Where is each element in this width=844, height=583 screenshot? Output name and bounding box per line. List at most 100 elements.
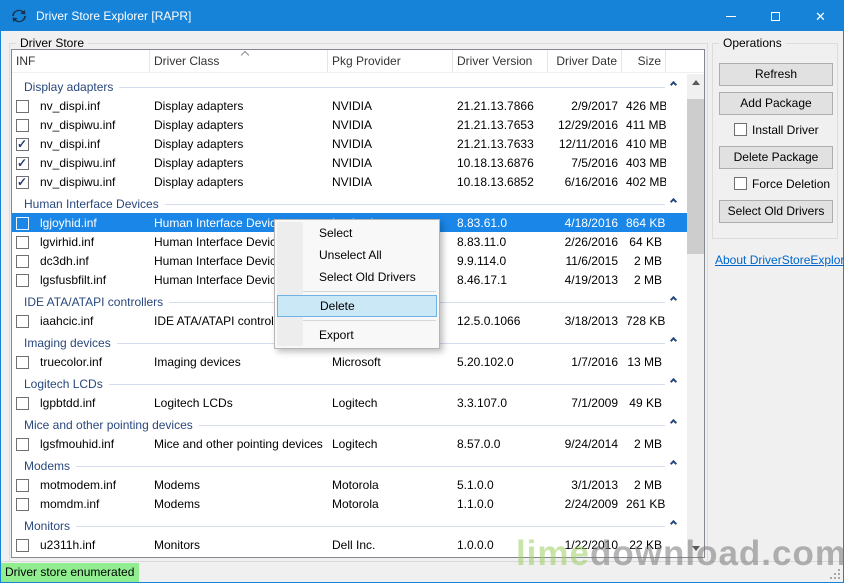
close-icon: ✕	[815, 10, 826, 23]
cell-siz: 13 MB	[622, 355, 666, 369]
row-checkbox[interactable]	[16, 236, 29, 249]
group-header: Monitors	[12, 513, 687, 535]
cell-dat: 9/24/2014	[548, 437, 622, 451]
group-collapse-icon[interactable]	[671, 199, 679, 207]
cell-siz: 411 MB	[622, 118, 666, 132]
maximize-button[interactable]	[753, 1, 798, 31]
cell-dat: 11/6/2015	[548, 254, 622, 268]
cell-siz: 410 MB	[622, 137, 666, 151]
table-row[interactable]: nv_dispiwu.infDisplay adaptersNVIDIA10.1…	[12, 172, 687, 191]
table-row[interactable]: nv_dispi.infDisplay adaptersNVIDIA21.21.…	[12, 96, 687, 115]
menu-item-select-old-drivers[interactable]: Select Old Drivers	[277, 266, 437, 288]
client-area: Driver Store INFDriver ClassPkg Provider…	[1, 31, 843, 561]
group-collapse-icon[interactable]	[671, 461, 679, 469]
group-collapse-icon[interactable]	[671, 420, 679, 428]
checkbox-cell	[12, 136, 36, 150]
checkbox-cell	[12, 215, 36, 229]
driver-store-label: Driver Store	[16, 36, 88, 50]
select-old-drivers-button[interactable]: Select Old Drivers	[719, 200, 833, 223]
row-checkbox[interactable]	[16, 255, 29, 268]
cell-siz: 864 KB	[622, 216, 666, 230]
refresh-button[interactable]: Refresh	[719, 63, 833, 86]
vertical-scrollbar[interactable]	[687, 74, 704, 557]
force-deletion-checkbox[interactable]: Force Deletion	[734, 176, 830, 191]
row-checkbox[interactable]	[16, 498, 29, 511]
table-row[interactable]: nv_dispiwu.infDisplay adaptersNVIDIA10.1…	[12, 153, 687, 172]
cell-siz: 426 MB	[622, 99, 666, 113]
table-row[interactable]: truecolor.infImaging devicesMicrosoft5.2…	[12, 352, 687, 371]
row-checkbox[interactable]	[16, 138, 29, 151]
group-title: Modems	[24, 459, 70, 473]
install-driver-checkbox[interactable]: Install Driver	[734, 122, 819, 137]
column-header-driver-date[interactable]: Driver Date	[548, 50, 622, 72]
cell-cls: Monitors	[150, 538, 328, 552]
row-checkbox[interactable]	[16, 479, 29, 492]
cell-siz: 2 MB	[622, 478, 666, 492]
table-row[interactable]: motmodem.infModemsMotorola5.1.0.03/1/201…	[12, 475, 687, 494]
cell-inf: nv_dispi.inf	[36, 137, 150, 151]
cell-dat: 1/22/2010	[548, 538, 622, 552]
checkbox-cell	[12, 272, 36, 286]
group-collapse-icon[interactable]	[671, 379, 679, 387]
row-checkbox[interactable]	[16, 438, 29, 451]
table-row[interactable]: lgpbtdd.infLogitech LCDsLogitech3.3.107.…	[12, 393, 687, 412]
table-row[interactable]: lgsfmouhid.infMice and other pointing de…	[12, 434, 687, 453]
row-checkbox[interactable]	[16, 274, 29, 287]
row-checkbox[interactable]	[16, 100, 29, 113]
row-checkbox[interactable]	[16, 157, 29, 170]
group-collapse-icon[interactable]	[671, 521, 679, 529]
table-row[interactable]: nv_dispiwu.infDisplay adaptersNVIDIA21.2…	[12, 115, 687, 134]
cell-siz: 2 MB	[622, 273, 666, 287]
force-deletion-label: Force Deletion	[752, 177, 830, 191]
cell-cls: Modems	[150, 478, 328, 492]
table-row[interactable]: u2311h.infMonitorsDell Inc.1.0.0.01/22/2…	[12, 535, 687, 554]
table-row[interactable]: nv_dispi.infDisplay adaptersNVIDIA21.21.…	[12, 134, 687, 153]
column-header-size[interactable]: Size	[622, 50, 666, 72]
cell-cls: Display adapters	[150, 137, 328, 151]
group-collapse-icon[interactable]	[671, 82, 679, 90]
row-checkbox[interactable]	[16, 217, 29, 230]
group-collapse-icon[interactable]	[671, 297, 679, 305]
row-checkbox[interactable]	[16, 539, 29, 552]
cell-ver: 1.1.0.0	[453, 497, 548, 511]
row-checkbox[interactable]	[16, 315, 29, 328]
cell-dat: 2/26/2016	[548, 235, 622, 249]
minimize-button[interactable]	[708, 1, 753, 31]
column-header-inf[interactable]: INF	[12, 50, 150, 72]
group-collapse-icon[interactable]	[671, 338, 679, 346]
scroll-down-button[interactable]	[687, 540, 704, 557]
row-checkbox[interactable]	[16, 397, 29, 410]
checkbox-cell	[12, 98, 36, 112]
scrollbar-thumb[interactable]	[687, 99, 704, 254]
checkbox-cell	[12, 354, 36, 368]
about-link[interactable]: About DriverStoreExplorer	[715, 253, 844, 267]
column-header-driver-class[interactable]: Driver Class	[150, 50, 328, 72]
group-divider	[109, 384, 665, 385]
menu-item-delete[interactable]: Delete	[277, 295, 437, 317]
column-header-pkg-provider[interactable]: Pkg Provider	[328, 50, 453, 72]
add-package-button[interactable]: Add Package	[719, 92, 833, 115]
menu-item-export[interactable]: Export	[277, 324, 437, 346]
cell-inf: truecolor.inf	[36, 355, 150, 369]
menu-item-unselect-all[interactable]: Unselect All	[277, 244, 437, 266]
scroll-up-button[interactable]	[687, 74, 704, 91]
cell-dat: 7/5/2016	[548, 156, 622, 170]
cell-prov: NVIDIA	[328, 156, 453, 170]
cell-prov: NVIDIA	[328, 137, 453, 151]
row-checkbox[interactable]	[16, 176, 29, 189]
cell-inf: nv_dispi.inf	[36, 99, 150, 113]
menu-item-select[interactable]: Select	[277, 222, 437, 244]
cell-ver: 21.21.13.7866	[453, 99, 548, 113]
close-button[interactable]: ✕	[798, 1, 843, 31]
cell-inf: nv_dispiwu.inf	[36, 118, 150, 132]
cell-inf: u2311h.inf	[36, 538, 150, 552]
table-row[interactable]: momdm.infModemsMotorola1.1.0.02/24/20092…	[12, 494, 687, 513]
resize-grip[interactable]	[830, 569, 840, 579]
row-checkbox[interactable]	[16, 119, 29, 132]
column-header-driver-version[interactable]: Driver Version	[453, 50, 548, 72]
checkbox-cell	[12, 117, 36, 131]
cell-inf: motmodem.inf	[36, 478, 150, 492]
row-checkbox[interactable]	[16, 356, 29, 369]
delete-package-button[interactable]: Delete Package	[719, 146, 833, 169]
checkbox-cell	[12, 496, 36, 510]
